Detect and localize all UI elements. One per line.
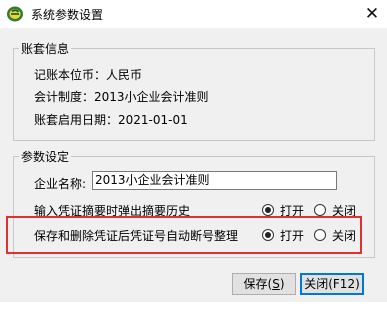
account-info-legend: 账套信息 <box>19 40 72 57</box>
save-button-tail: ) <box>279 277 285 291</box>
background-window-strip <box>0 302 387 311</box>
radio-unselected-indicator <box>314 204 326 216</box>
accounting-system-row: 会计制度：2013小企业会计准则 <box>34 88 209 105</box>
company-name-label: 企业名称: <box>34 177 87 191</box>
save-button-shortcut: S <box>272 277 280 291</box>
close-button-label: 关闭(F12) <box>304 277 360 291</box>
save-button[interactable]: 保存(S) <box>232 273 296 295</box>
start-date-value: 2021-01-01 <box>118 113 188 127</box>
accounting-system-value: 2013小企业会计准则 <box>94 90 209 104</box>
company-name-input[interactable]: 2013小企业会计准则 <box>92 171 337 190</box>
title-bar: 系统参数设置 ✕ <box>0 0 387 28</box>
currency-value: 人民币 <box>106 68 143 82</box>
app-logo-icon <box>7 6 23 22</box>
radio-unselected-indicator <box>314 229 326 241</box>
currency-row: 记账本位币：人民币 <box>34 66 142 83</box>
auto-renumber-label: 保存和删除凭证后凭证号自动断号整理 <box>34 229 239 243</box>
params-legend: 参数设定 <box>19 148 72 165</box>
auto-renumber-off-label: 关闭 <box>332 229 357 243</box>
currency-label: 记账本位币： <box>34 68 107 82</box>
start-date-row: 账套启用日期：2021-01-01 <box>34 111 188 128</box>
start-date-label: 账套启用日期： <box>34 113 119 127</box>
save-button-label: 保存( <box>243 277 273 291</box>
window-title: 系统参数设置 <box>31 8 104 22</box>
close-button[interactable]: 关闭(F12) <box>300 273 364 295</box>
close-window-button[interactable]: ✕ <box>361 3 383 25</box>
auto-renumber-on-radio[interactable]: 打开 <box>262 227 304 243</box>
radio-selected-indicator <box>262 229 274 241</box>
auto-renumber-off-radio[interactable]: 关闭 <box>314 227 356 243</box>
auto-renumber-on-label: 打开 <box>280 229 305 243</box>
accounting-system-label: 会计制度： <box>34 90 95 104</box>
radio-selected-indicator <box>262 204 274 216</box>
